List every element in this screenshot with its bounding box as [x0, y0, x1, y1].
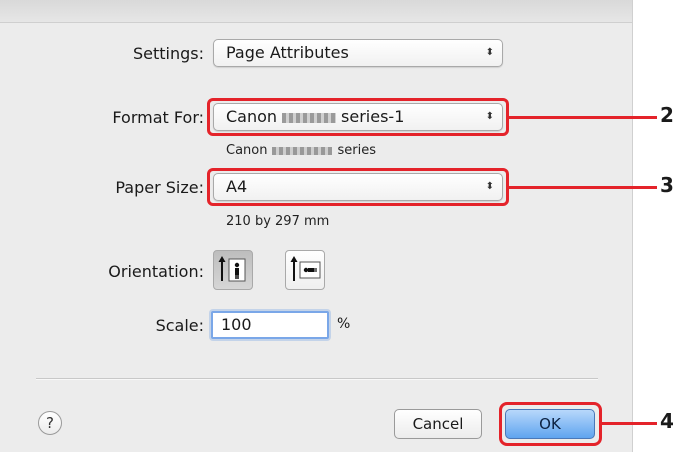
callout-number-3: 3: [660, 173, 674, 197]
callout-line-4: [602, 422, 657, 425]
paper-size-label: Paper Size:: [115, 178, 204, 197]
page-setup-dialog: Settings: Page Attributes ⬍ Format For: …: [0, 0, 674, 452]
separator: [36, 378, 598, 380]
orientation-label: Orientation:: [108, 262, 204, 281]
printer-description-suffix: series: [337, 143, 376, 158]
landscape-orientation-icon: [290, 256, 321, 281]
scale-label: Scale:: [155, 316, 204, 335]
settings-value: Page Attributes: [226, 43, 349, 62]
callout-box-format-for: [207, 98, 509, 136]
paper-dimensions: 210 by 297 mm: [226, 214, 330, 229]
orientation-landscape-button[interactable]: [285, 250, 325, 290]
scale-unit: %: [337, 316, 351, 332]
redacted-model-icon: [272, 146, 333, 155]
cancel-button[interactable]: Cancel: [394, 409, 482, 439]
orientation-portrait-button[interactable]: [213, 250, 253, 290]
callout-line-3: [509, 186, 657, 189]
title-bar: [0, 0, 632, 23]
scale-input[interactable]: 100: [211, 311, 329, 339]
callout-number-4: 4: [660, 409, 674, 433]
printer-description-prefix: Canon: [226, 143, 268, 158]
callout-line-2: [509, 116, 657, 119]
settings-label: Settings:: [132, 44, 204, 63]
callout-box-ok: [499, 402, 602, 446]
callout-box-paper-size: [207, 168, 509, 206]
settings-popup[interactable]: Page Attributes ⬍: [213, 39, 503, 67]
help-button[interactable]: ?: [38, 411, 62, 435]
callout-number-2: 2: [660, 103, 674, 127]
format-for-label: Format For:: [112, 108, 204, 127]
portrait-orientation-icon: [218, 256, 246, 282]
popup-arrows-icon: ⬍: [485, 47, 494, 58]
format-for-printer-description: Canon series: [226, 143, 376, 158]
